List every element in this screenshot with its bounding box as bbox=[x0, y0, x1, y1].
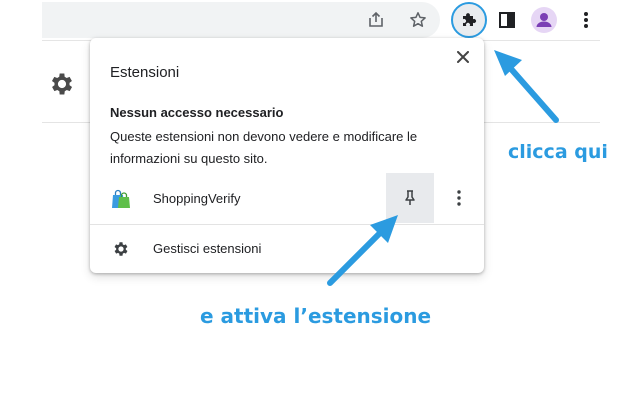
kebab-menu-icon bbox=[584, 12, 588, 28]
extension-name[interactable]: ShoppingVerify bbox=[153, 191, 240, 206]
popup-title: Estensioni bbox=[110, 64, 180, 81]
profile-button[interactable] bbox=[530, 6, 558, 34]
pin-icon bbox=[405, 190, 415, 205]
address-bar[interactable] bbox=[42, 2, 440, 38]
close-button[interactable] bbox=[452, 46, 474, 68]
manage-extensions-label: Gestisci estensioni bbox=[153, 241, 262, 256]
gear-icon bbox=[112, 240, 130, 258]
side-panel-icon bbox=[499, 12, 515, 28]
annotation-activate-extension: e attiva l’estensione bbox=[200, 304, 432, 328]
manage-extensions-item[interactable]: Gestisci estensioni bbox=[90, 225, 484, 273]
extensions-puzzle-icon bbox=[463, 13, 477, 26]
section-heading: Nessun accesso necessario bbox=[110, 105, 284, 120]
extensions-popup: Estensioni Nessun accesso necessario Que… bbox=[90, 38, 484, 273]
kebab-menu-icon bbox=[457, 190, 461, 206]
profile-avatar-icon bbox=[531, 7, 557, 33]
bookmark-star-icon[interactable] bbox=[406, 8, 430, 32]
pin-extension-button[interactable] bbox=[386, 173, 434, 223]
side-panel-button[interactable] bbox=[493, 6, 521, 34]
extensions-button[interactable] bbox=[451, 2, 487, 38]
extension-more-button[interactable] bbox=[450, 186, 468, 210]
close-icon bbox=[457, 51, 469, 63]
annotation-click-here: clicca qui bbox=[508, 141, 608, 163]
section-description: Queste estensioni non devono vedere e mo… bbox=[110, 129, 418, 166]
browser-menu-button[interactable] bbox=[572, 6, 600, 34]
shopping-bag-icon bbox=[110, 188, 132, 210]
arrow-to-extensions-button bbox=[494, 50, 559, 123]
share-icon[interactable] bbox=[364, 8, 388, 32]
settings-gear-icon[interactable] bbox=[48, 70, 76, 98]
